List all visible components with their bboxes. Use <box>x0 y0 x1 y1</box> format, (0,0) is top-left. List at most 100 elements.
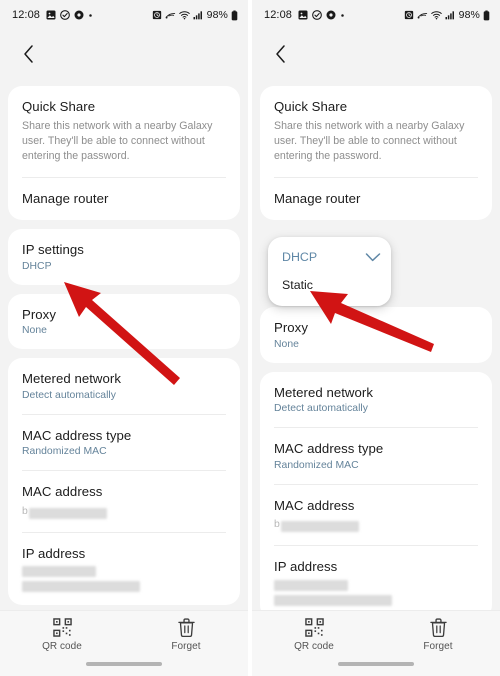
dropdown-option-label: DHCP <box>282 250 318 265</box>
status-time: 12:08 <box>12 9 41 21</box>
status-right-icons: 98% <box>404 9 490 21</box>
status-bar-left: 12:08 98% <box>0 0 248 30</box>
back-button[interactable] <box>16 41 42 67</box>
gesture-navigation-bar[interactable] <box>338 662 414 666</box>
quick-share-description: Share this network with a nearby Galaxy … <box>274 119 465 162</box>
status-left-icons <box>46 10 93 20</box>
redacted-value <box>28 507 107 519</box>
settings-list-left: Quick Share Share this network with a ne… <box>0 78 248 638</box>
qr-code-icon <box>304 618 324 637</box>
chevron-left-icon <box>22 44 36 64</box>
row-ip-address: IP address <box>260 546 492 619</box>
redacted-value <box>22 581 140 593</box>
row-manage-router[interactable]: Manage router <box>8 178 240 221</box>
check-icon <box>365 251 381 263</box>
dot-icon <box>88 13 93 18</box>
dropdown-option-dhcp[interactable]: DHCP <box>268 243 391 271</box>
row-ip-settings[interactable]: IP settings DHCP <box>8 229 240 285</box>
row-proxy[interactable]: Proxy None <box>260 307 492 363</box>
row-quick-share[interactable]: Quick Share Share this network with a ne… <box>260 86 492 177</box>
row-metered-network[interactable]: Metered network Detect automatically <box>260 372 492 428</box>
mac-address-value: b <box>274 517 478 533</box>
manage-router-title: Manage router <box>22 190 109 206</box>
image-icon <box>46 10 56 20</box>
mac-address-prefix: b <box>274 519 280 531</box>
mac-address-type-value: Randomized MAC <box>22 446 107 458</box>
dropdown-option-label: Static <box>282 278 313 293</box>
redacted-value <box>274 594 392 606</box>
vibrate-icon <box>165 10 176 20</box>
redacted-value <box>274 579 348 591</box>
mac-address-value: b <box>22 504 226 519</box>
forget-label: Forget <box>171 641 201 652</box>
row-quick-share[interactable]: Quick Share Share this network with a ne… <box>8 86 240 177</box>
record-circle-icon <box>74 10 84 20</box>
proxy-value: None <box>274 338 299 350</box>
qr-code-button[interactable]: QR code <box>0 618 124 652</box>
metered-network-title: Metered network <box>22 371 121 387</box>
phone-screen-left: 12:08 98% Quick Share Share this network… <box>0 0 248 676</box>
ip-settings-dropdown: DHCP Static <box>268 237 391 307</box>
battery-icon <box>231 10 238 21</box>
signal-icon <box>193 10 203 20</box>
phone-screen-right: 12:08 98% Quick Share Share this network… <box>252 0 500 676</box>
qr-code-label: QR code <box>294 641 334 652</box>
battery-percent: 98% <box>458 9 480 21</box>
status-left-icons <box>298 10 345 20</box>
ip-address-title: IP address <box>274 559 338 575</box>
row-proxy[interactable]: Proxy None <box>8 294 240 350</box>
quick-share-title: Quick Share <box>274 99 348 114</box>
qr-code-button[interactable]: QR code <box>252 618 376 652</box>
check-circle-icon <box>60 10 70 20</box>
dropdown-option-static[interactable]: Static <box>268 271 391 299</box>
manage-router-title: Manage router <box>274 190 361 206</box>
battery-percent: 98% <box>206 9 228 21</box>
proxy-title: Proxy <box>274 320 308 336</box>
back-button[interactable] <box>268 41 294 67</box>
forget-label: Forget <box>423 641 453 652</box>
row-metered-network[interactable]: Metered network Detect automatically <box>8 358 240 414</box>
card-ip-settings: IP settings DHCP <box>8 229 240 285</box>
app-header-left <box>0 30 248 78</box>
app-header-right <box>252 30 500 78</box>
quick-share-title: Quick Share <box>22 99 96 114</box>
quick-share-description: Share this network with a nearby Galaxy … <box>22 119 213 162</box>
metered-network-title: Metered network <box>274 384 373 400</box>
mac-address-type-title: MAC address type <box>22 427 132 443</box>
signal-icon <box>445 10 455 20</box>
mac-address-title: MAC address <box>274 497 355 513</box>
ip-address-title: IP address <box>22 545 86 561</box>
proxy-value: None <box>22 325 47 337</box>
ip-settings-dropdown-anchor: DHCP Static <box>260 229 492 307</box>
forget-button[interactable]: Forget <box>124 618 248 652</box>
card-quick-share-manage-router: Quick Share Share this network with a ne… <box>8 86 240 221</box>
trash-icon <box>429 618 447 637</box>
battery-icon <box>483 10 490 21</box>
qr-code-icon <box>52 618 72 637</box>
proxy-title: Proxy <box>22 306 56 322</box>
mac-address-title: MAC address <box>22 484 103 500</box>
mac-address-prefix: b <box>22 505 28 517</box>
trash-icon <box>177 618 195 637</box>
gesture-navigation-bar[interactable] <box>86 662 162 666</box>
record-circle-icon <box>326 10 336 20</box>
redacted-value <box>22 566 96 578</box>
alarm-icon <box>404 10 414 20</box>
ip-settings-title: IP settings <box>22 242 84 258</box>
card-network-details: Metered network Detect automatically MAC… <box>8 358 240 606</box>
row-mac-address-type[interactable]: MAC address type Randomized MAC <box>260 428 492 484</box>
row-manage-router[interactable]: Manage router <box>260 178 492 221</box>
row-ip-address: IP address <box>8 533 240 606</box>
forget-button[interactable]: Forget <box>376 618 500 652</box>
card-proxy: Proxy None <box>260 307 492 363</box>
status-right-icons: 98% <box>152 9 238 21</box>
check-circle-icon <box>312 10 322 20</box>
row-mac-address-type[interactable]: MAC address type Randomized MAC <box>8 415 240 471</box>
mac-address-type-title: MAC address type <box>274 441 384 457</box>
chevron-left-icon <box>274 44 288 64</box>
bottom-action-bar-right: QR code Forget <box>252 610 500 676</box>
metered-network-value: Detect automatically <box>274 403 368 415</box>
dot-icon <box>340 13 345 18</box>
ip-settings-value: DHCP <box>22 260 52 272</box>
card-network-details: Metered network Detect automatically MAC… <box>260 371 492 619</box>
